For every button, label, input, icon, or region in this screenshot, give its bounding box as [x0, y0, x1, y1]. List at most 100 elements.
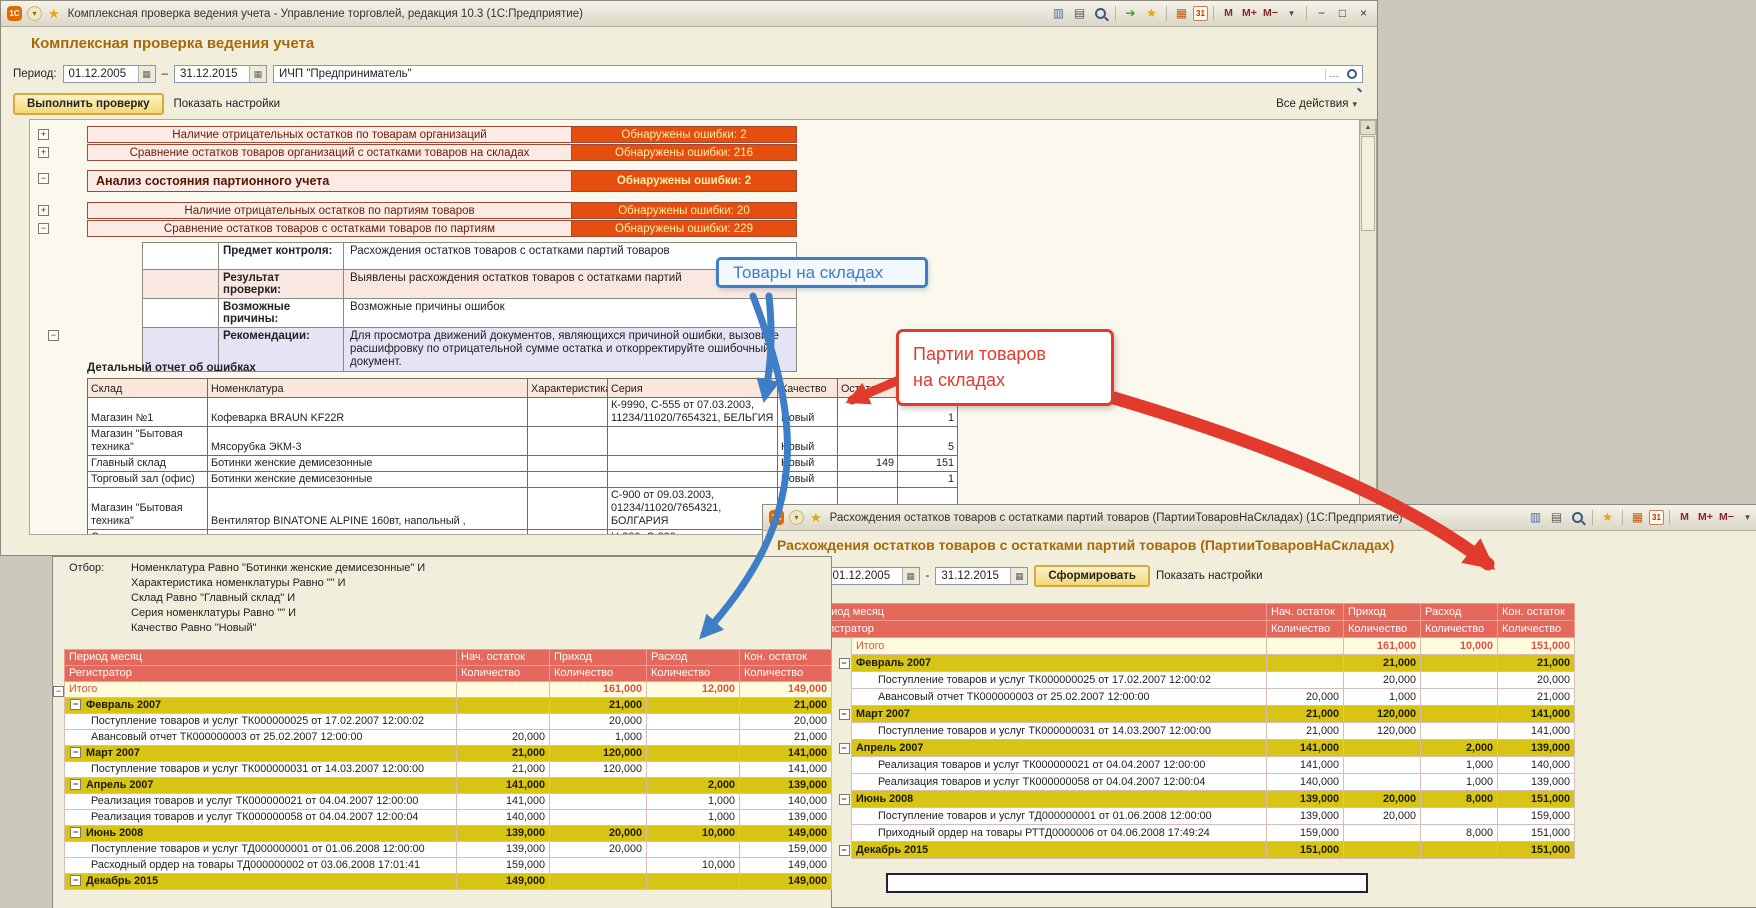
- table-row[interactable]: Главный складБотинки женские демисезонны…: [88, 456, 958, 472]
- titlebar-chevron-icon[interactable]: ▾: [789, 510, 804, 525]
- m-button[interactable]: М: [1219, 4, 1238, 22]
- generate-button[interactable]: Сформировать: [1034, 565, 1150, 587]
- report-row-doc[interactable]: Поступление товаров и услуг ТК000000025 …: [807, 672, 1575, 689]
- scrollbar-thumb[interactable]: [1361, 136, 1375, 231]
- report-row-doc[interactable]: Реализация товаров и услуг ТК000000021 о…: [65, 794, 832, 810]
- report-row-doc[interactable]: Поступление товаров и услуг ТД000000001 …: [65, 842, 832, 858]
- print-preview-icon[interactable]: [1091, 4, 1110, 22]
- period-from-input[interactable]: 01.12.2005 ▦: [827, 567, 920, 585]
- report-row-doc[interactable]: Реализация товаров и услуг ТК000000058 о…: [65, 810, 832, 826]
- titlebar-chevron-icon[interactable]: ▾: [27, 6, 42, 21]
- check-status[interactable]: Обнаружены ошибки: 2: [572, 170, 797, 192]
- report-row-doc[interactable]: Приходный ордер на товары РТТД0000006 от…: [807, 825, 1575, 842]
- titlebar-star-icon[interactable]: ★: [48, 6, 60, 22]
- m-minus-button[interactable]: М−: [1261, 4, 1280, 22]
- report-row-month[interactable]: −Июнь 2008139,00020,0008,000151,000: [807, 791, 1575, 808]
- report-row-doc[interactable]: Расходный ордер на товары ТД000000002 от…: [65, 858, 832, 874]
- show-settings-link[interactable]: Показать настройки: [1156, 570, 1263, 582]
- report-row-total[interactable]: −Итого161,00010,000151,000: [807, 638, 1575, 655]
- show-settings-link[interactable]: Показать настройки: [174, 98, 281, 110]
- report-row-doc[interactable]: Поступление товаров и услуг ТК000000025 …: [65, 714, 832, 730]
- report-row-month[interactable]: −Декабрь 2015151,000151,000: [807, 842, 1575, 859]
- expander-icon[interactable]: −: [48, 330, 59, 341]
- ellipsis-button[interactable]: …: [1325, 69, 1342, 80]
- titlebar-star-icon[interactable]: ★: [810, 510, 822, 526]
- calendar-input-icon[interactable]: ▦: [138, 66, 155, 82]
- calendar-icon[interactable]: 31: [1193, 6, 1208, 21]
- calculator-icon[interactable]: ▦: [1172, 4, 1191, 22]
- expander-icon[interactable]: −: [839, 658, 850, 669]
- table-row[interactable]: Магазин "Бытовая техника"Мясорубка ЭКМ-3…: [88, 427, 958, 456]
- calculator-icon[interactable]: ▦: [1628, 508, 1647, 526]
- check-status[interactable]: Обнаружены ошибки: 20: [572, 202, 797, 219]
- titlebar-parties[interactable]: 1С ▾ ★ Расхождения остатков товаров с ос…: [763, 505, 1756, 531]
- report-row-total[interactable]: Итого161,00012,000149,000: [65, 682, 832, 698]
- report-row-doc[interactable]: Поступление товаров и услуг ТД000000001 …: [807, 808, 1575, 825]
- calendar-icon[interactable]: 31: [1649, 510, 1664, 525]
- minimize-button[interactable]: −: [1312, 4, 1331, 22]
- organization-field[interactable]: ИЧП "Предприниматель" …: [273, 65, 1363, 83]
- table-row[interactable]: Магазин №1Кофеварка BRAUN KF22RК-9990, С…: [88, 398, 958, 427]
- period-to-value[interactable]: 31.12.2015: [175, 68, 249, 80]
- report-row-month[interactable]: −Февраль 200721,00021,000: [807, 655, 1575, 672]
- search-icon[interactable]: [1342, 66, 1362, 82]
- report-row-doc[interactable]: Авансовый отчет ТК000000003 от 25.02.200…: [65, 730, 832, 746]
- period-from-value[interactable]: 01.12.2005: [828, 570, 902, 582]
- vertical-scrollbar[interactable]: ▲ ▼: [1359, 120, 1376, 534]
- selected-cell[interactable]: [886, 873, 1368, 893]
- calendar-input-icon[interactable]: ▦: [902, 568, 919, 584]
- expander-icon[interactable]: −: [839, 794, 850, 805]
- titlebar-main[interactable]: 1С ▾ ★ Комплексная проверка ведения учет…: [1, 1, 1377, 27]
- check-status[interactable]: Обнаружены ошибки: 216: [572, 144, 797, 161]
- expander-icon[interactable]: −: [70, 827, 81, 838]
- print-preview-icon[interactable]: [1568, 508, 1587, 526]
- report-row-month[interactable]: −Апрель 2007141,0002,000139,000: [65, 778, 832, 794]
- report-row-month[interactable]: −Июнь 2008139,00020,00010,000149,000: [65, 826, 832, 842]
- maximize-button[interactable]: □: [1333, 4, 1352, 22]
- expander-icon[interactable]: −: [839, 709, 850, 720]
- expander-icon[interactable]: −: [839, 743, 850, 754]
- m-plus-button[interactable]: М+: [1240, 4, 1259, 22]
- redo-icon[interactable]: ➔: [1121, 4, 1140, 22]
- report-row-doc[interactable]: Реализация товаров и услуг ТК000000021 о…: [807, 757, 1575, 774]
- table-row[interactable]: Торговый зал (офис)Ботинки женские демис…: [88, 472, 958, 488]
- close-button[interactable]: ×: [1354, 4, 1373, 22]
- period-from-value[interactable]: 01.12.2005: [64, 68, 138, 80]
- calendar-input-icon[interactable]: ▦: [1010, 568, 1027, 584]
- expander-icon[interactable]: −: [70, 875, 81, 886]
- print-icon[interactable]: ▤: [1547, 508, 1566, 526]
- scroll-up-icon[interactable]: ▲: [1360, 120, 1376, 135]
- calendar-input-icon[interactable]: ▦: [249, 66, 266, 82]
- expander-icon[interactable]: −: [70, 699, 81, 710]
- expander-icon[interactable]: −: [38, 173, 49, 184]
- expander-icon[interactable]: +: [38, 129, 49, 140]
- chevron-down-icon[interactable]: ▾: [1282, 4, 1301, 22]
- check-status[interactable]: Обнаружены ошибки: 2: [572, 126, 797, 143]
- print-icon[interactable]: ▤: [1070, 4, 1089, 22]
- report-row-doc[interactable]: Авансовый отчет ТК000000003 от 25.02.200…: [807, 689, 1575, 706]
- check-row[interactable]: −Сравнение остатков товаров с остатками …: [87, 220, 1376, 237]
- expander-icon[interactable]: −: [38, 223, 49, 234]
- report-area[interactable]: +Наличие отрицательных остатков по товар…: [29, 119, 1377, 535]
- m-minus-button[interactable]: М−: [1717, 508, 1736, 526]
- expander-icon[interactable]: −: [839, 845, 850, 856]
- all-actions-button[interactable]: Все действия ▾: [1276, 98, 1357, 110]
- organization-value[interactable]: ИЧП "Предприниматель": [274, 68, 1325, 80]
- expander-icon[interactable]: +: [38, 205, 49, 216]
- check-row[interactable]: +Наличие отрицательных остатков по товар…: [87, 126, 1376, 143]
- save-icon[interactable]: ▥: [1049, 4, 1068, 22]
- period-to-value[interactable]: 31.12.2015: [936, 570, 1010, 582]
- check-row[interactable]: −Анализ состояния партионного учетаОбнар…: [87, 170, 1376, 192]
- chevron-down-icon[interactable]: ▾: [1738, 508, 1756, 526]
- report-row-month[interactable]: −Декабрь 2015149,000149,000: [65, 874, 832, 890]
- report-row-month[interactable]: −Март 200721,000120,000141,000: [65, 746, 832, 762]
- expander-icon[interactable]: +: [38, 147, 49, 158]
- expander-icon[interactable]: −: [70, 779, 81, 790]
- favorites-icon[interactable]: ★: [1598, 508, 1617, 526]
- check-row[interactable]: +Наличие отрицательных остатков по парти…: [87, 202, 1376, 219]
- report-row-doc[interactable]: Поступление товаров и услуг ТК000000031 …: [807, 723, 1575, 740]
- expander-icon[interactable]: −: [53, 686, 64, 697]
- run-check-button[interactable]: Выполнить проверку: [13, 93, 164, 115]
- report-row-month[interactable]: −Апрель 2007141,0002,000139,000: [807, 740, 1575, 757]
- check-status[interactable]: Обнаружены ошибки: 229: [572, 220, 797, 237]
